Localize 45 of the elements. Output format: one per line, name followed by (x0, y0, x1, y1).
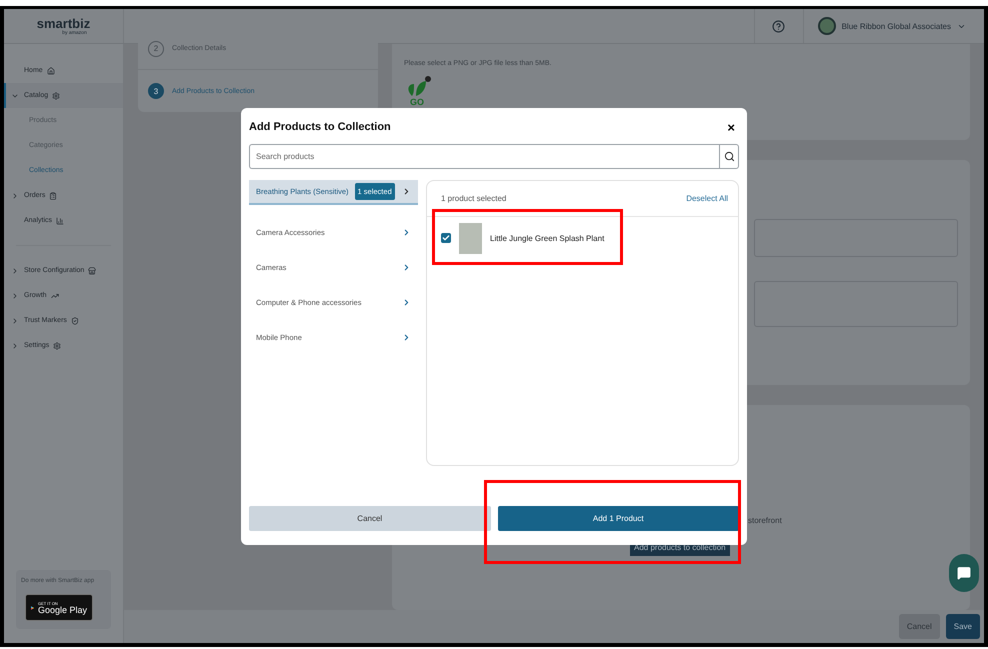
help-icon[interactable] (772, 20, 786, 32)
chat-icon (957, 566, 971, 580)
bar-chart-icon (56, 216, 64, 224)
checkbox[interactable] (441, 233, 451, 243)
product-row[interactable]: Little Jungle Green Splash Plant (427, 217, 738, 259)
step-number: 3 (148, 83, 164, 99)
account-name[interactable]: Blue Ribbon Global Associates (842, 22, 951, 30)
chevron-icon (11, 292, 19, 300)
chevron-icon (402, 298, 411, 307)
product-name: Little Jungle Green Splash Plant (490, 234, 604, 242)
chevron-icon (402, 263, 411, 272)
chevron-icon (402, 187, 411, 196)
cancel-button[interactable]: Cancel (249, 506, 490, 531)
add-product-button[interactable]: Add 1 Product (498, 506, 739, 531)
avatar[interactable] (818, 17, 836, 35)
step-number: 2 (148, 40, 164, 56)
chevron-icon (11, 266, 19, 274)
modal-title: Add Products to Collection (249, 121, 391, 133)
home-icon (46, 66, 55, 74)
trend-icon (50, 292, 59, 300)
card-text: storefront (748, 516, 782, 525)
deselect-all-link[interactable]: Deselect All (686, 194, 728, 203)
gear-icon (52, 92, 60, 100)
store-icon (88, 266, 96, 274)
settings-icon (53, 342, 62, 350)
search-icon (724, 151, 734, 162)
chevron-icon (402, 228, 411, 237)
shield-icon (70, 316, 79, 324)
photo-placeholder (459, 222, 482, 254)
save-button[interactable]: Save (946, 614, 980, 639)
search-button[interactable] (719, 144, 739, 169)
badge-title: Google Play (38, 606, 87, 614)
cancel-button[interactable]: Cancel (898, 614, 940, 639)
chevron-icon (11, 316, 19, 324)
check-icon (442, 234, 450, 242)
logo[interactable]: smartbiz (36, 16, 90, 30)
close-button[interactable]: × (723, 120, 739, 134)
chat-button[interactable] (949, 554, 979, 592)
leaf-logo-drawing: GO (404, 76, 434, 106)
chevron-icon (11, 342, 19, 350)
chevron-icon (402, 333, 411, 342)
search-field[interactable]: Search products (249, 144, 719, 169)
chevron-icon (11, 192, 19, 200)
clipboard-icon (49, 192, 58, 200)
selected-count: 1 product selected (441, 194, 506, 203)
